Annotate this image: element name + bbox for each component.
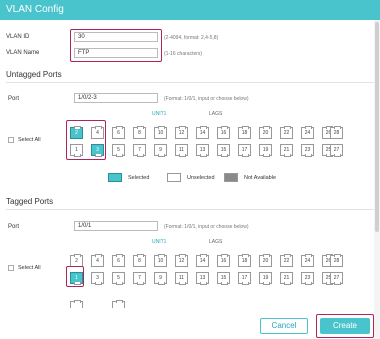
port-partial-2 xyxy=(112,300,125,308)
untagged-port-2[interactable]: 2 xyxy=(70,126,83,139)
tagged-port-3[interactable]: 3 xyxy=(91,272,104,285)
vlan-id-input[interactable]: 30 xyxy=(74,32,158,42)
legend-selected-swatch xyxy=(108,173,122,182)
legend-not-available-swatch xyxy=(224,173,238,182)
tagged-port-14[interactable]: 14 xyxy=(196,254,209,267)
untagged-port-1[interactable]: 1 xyxy=(70,144,83,157)
untagged-port-input[interactable]: 1/0/2-3 xyxy=(74,93,158,103)
tagged-port-17[interactable]: 17 xyxy=(238,272,251,285)
untagged-port-20[interactable]: 20 xyxy=(259,126,272,139)
vlan-id-label: VLAN ID xyxy=(6,34,30,40)
tagged-port-1[interactable]: 1 xyxy=(70,272,83,285)
vlan-name-label: VLAN Name xyxy=(6,50,40,56)
untagged-port-14[interactable]: 14 xyxy=(196,126,209,139)
untagged-divider xyxy=(6,82,374,83)
untagged-port-27[interactable]: 27 xyxy=(330,144,343,157)
untagged-port-label: Port xyxy=(8,96,20,102)
untagged-port-17[interactable]: 17 xyxy=(238,144,251,157)
tagged-port-16[interactable]: 16 xyxy=(217,254,230,267)
legend-unselected-swatch xyxy=(167,173,181,182)
tagged-port-6[interactable]: 6 xyxy=(112,254,125,267)
untagged-port-hint: (Format: 1/0/1, input or choose below) xyxy=(164,96,249,102)
tagged-port-21[interactable]: 21 xyxy=(280,272,293,285)
untagged-port-9[interactable]: 9 xyxy=(154,144,167,157)
tagged-port-input[interactable]: 1/0/1 xyxy=(74,221,158,231)
untagged-port-24[interactable]: 24 xyxy=(301,126,314,139)
tagged-port-10[interactable]: 10 xyxy=(154,254,167,267)
tagged-port-22[interactable]: 22 xyxy=(280,254,293,267)
tagged-port-20[interactable]: 20 xyxy=(259,254,272,267)
untagged-port-28[interactable]: 28 xyxy=(330,126,343,139)
tagged-port-8[interactable]: 8 xyxy=(133,254,146,267)
port-partial-1 xyxy=(70,300,83,308)
untagged-port-18[interactable]: 18 xyxy=(238,126,251,139)
legend-selected-label: Selected xyxy=(128,175,150,181)
untagged-port-6[interactable]: 6 xyxy=(112,126,125,139)
tagged-port-15[interactable]: 15 xyxy=(217,272,230,285)
tagged-port-12[interactable]: 12 xyxy=(175,254,188,267)
cancel-button[interactable]: Cancel xyxy=(260,318,308,334)
tagged-port-23[interactable]: 23 xyxy=(301,272,314,285)
tagged-port-label: Port xyxy=(8,224,20,230)
legend-unselected-label: Unselected xyxy=(187,175,215,181)
untagged-select-all-label: Select All xyxy=(18,137,41,143)
tagged-port-13[interactable]: 13 xyxy=(196,272,209,285)
untagged-port-4[interactable]: 4 xyxy=(91,126,104,139)
tagged-port-7[interactable]: 7 xyxy=(133,272,146,285)
tagged-select-all-label: Select All xyxy=(18,265,41,271)
untagged-port-19[interactable]: 19 xyxy=(259,144,272,157)
untagged-tab-lags[interactable]: LAGS xyxy=(209,111,222,117)
tagged-port-hint: (Format: 1/0/1, input or choose below) xyxy=(164,224,249,230)
legend-not-available-label: Not Available xyxy=(244,175,277,181)
untagged-port-7[interactable]: 7 xyxy=(133,144,146,157)
tagged-port-5[interactable]: 5 xyxy=(112,272,125,285)
untagged-tab-unit1[interactable]: UNIT1 xyxy=(152,111,166,117)
vlan-id-hint: (2-4094, format: 2,4-5,8) xyxy=(164,35,219,41)
tagged-port-19[interactable]: 19 xyxy=(259,272,272,285)
untagged-port-22[interactable]: 22 xyxy=(280,126,293,139)
untagged-port-23[interactable]: 23 xyxy=(301,144,314,157)
untagged-port-21[interactable]: 21 xyxy=(280,144,293,157)
untagged-port-13[interactable]: 13 xyxy=(196,144,209,157)
create-button[interactable]: Create xyxy=(320,318,370,334)
tagged-port-24[interactable]: 24 xyxy=(301,254,314,267)
untagged-select-all-checkbox[interactable] xyxy=(8,137,14,143)
window-title: VLAN Config xyxy=(0,0,380,20)
tagged-tab-unit1[interactable]: UNIT1 xyxy=(152,239,166,245)
vlan-name-input[interactable]: FTP xyxy=(74,48,158,58)
tagged-select-all-checkbox[interactable] xyxy=(8,265,14,271)
tagged-port-27[interactable]: 27 xyxy=(330,272,343,285)
untagged-ports-title: Untagged Ports xyxy=(6,70,62,79)
tagged-tab-lags[interactable]: LAGS xyxy=(209,239,222,245)
vlan-name-hint: (1-16 characters) xyxy=(164,51,203,57)
untagged-port-16[interactable]: 16 xyxy=(217,126,230,139)
tagged-divider xyxy=(6,209,374,210)
tagged-port-4[interactable]: 4 xyxy=(91,254,104,267)
untagged-port-8[interactable]: 8 xyxy=(133,126,146,139)
untagged-port-5[interactable]: 5 xyxy=(112,144,125,157)
tagged-ports-title: Tagged Ports xyxy=(6,197,54,206)
tagged-port-9[interactable]: 9 xyxy=(154,272,167,285)
scrollbar-thumb[interactable] xyxy=(375,22,379,232)
tagged-port-28[interactable]: 28 xyxy=(330,254,343,267)
untagged-port-11[interactable]: 11 xyxy=(175,144,188,157)
untagged-port-15[interactable]: 15 xyxy=(217,144,230,157)
untagged-port-10[interactable]: 10 xyxy=(154,126,167,139)
untagged-port-3[interactable]: 3 xyxy=(91,144,104,157)
tagged-port-11[interactable]: 11 xyxy=(175,272,188,285)
tagged-port-2[interactable]: 2 xyxy=(70,254,83,267)
tagged-port-18[interactable]: 18 xyxy=(238,254,251,267)
untagged-port-12[interactable]: 12 xyxy=(175,126,188,139)
